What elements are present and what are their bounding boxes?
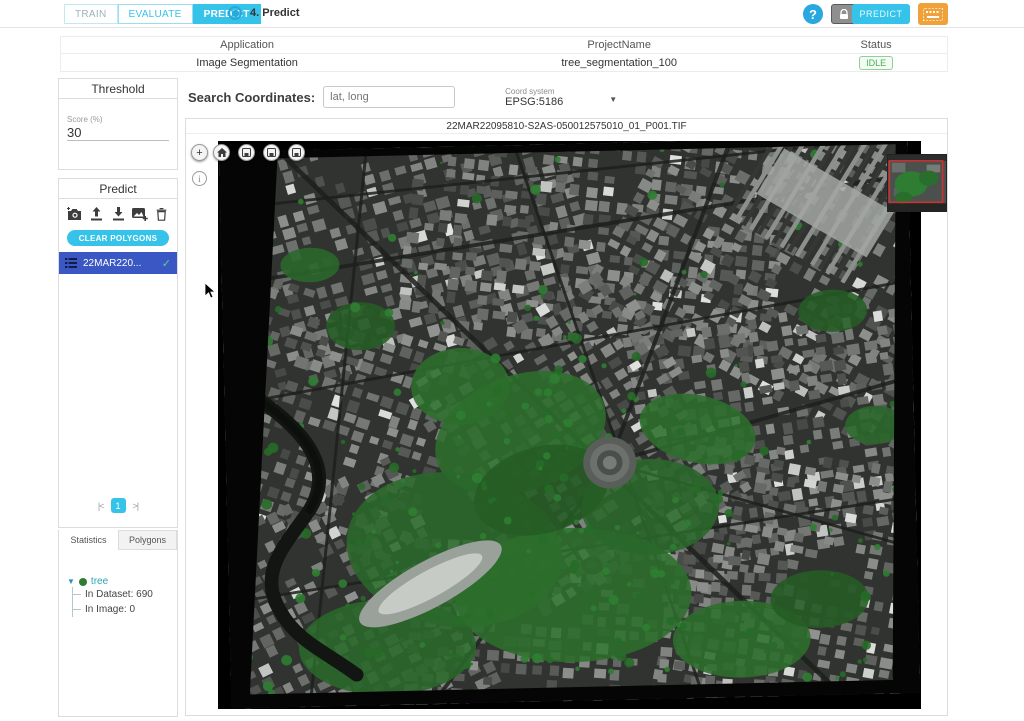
floppy-icon [242, 148, 251, 157]
lock-icon [839, 9, 849, 20]
coordinates-input[interactable] [323, 86, 455, 108]
caret-down-icon[interactable]: ▼ [67, 577, 75, 586]
pagination: |< 1 >| [59, 498, 177, 513]
add-image-icon [132, 208, 148, 221]
camera-plus-icon [67, 207, 83, 221]
top-bar: TRAIN EVALUATE PREDICT 4. Predict ? PRED… [0, 0, 1024, 28]
status-badge: IDLE [859, 56, 893, 70]
add-image-button[interactable] [132, 206, 148, 222]
zoom-in-button[interactable]: + [191, 144, 208, 161]
search-coordinates-label: Search Coordinates: [188, 90, 315, 105]
question-icon: ? [809, 7, 817, 22]
satellite-image-frame[interactable] [218, 141, 921, 709]
info-button[interactable]: i [192, 171, 207, 186]
project-table-header: Application ProjectName Status [61, 37, 947, 54]
coord-system-label: Coord system [505, 87, 601, 96]
statistics-panel: Statistics Polygons ▼ tree In Dataset: 6… [58, 530, 178, 717]
image-list-item-selected[interactable]: 22MAR220... ✓ [59, 252, 177, 274]
predict-toolbar [59, 199, 177, 226]
cell-status: IDLE [805, 56, 947, 70]
radio-icon [228, 6, 242, 20]
col-status: Status [805, 39, 947, 51]
clear-polygons-button[interactable]: CLEAR POLYGONS [67, 230, 169, 246]
project-table: Application ProjectName Status Image Seg… [60, 36, 948, 72]
floppy-icon [292, 148, 301, 157]
image-item-label: 22MAR220... [83, 258, 156, 269]
list-icon [65, 258, 77, 268]
step-label: 4. Predict [250, 7, 300, 19]
coord-system-select[interactable]: Coord system EPSG:5186 ▼ [505, 87, 601, 108]
step-radio-predict[interactable]: 4. Predict [228, 6, 300, 20]
stats-tabs: Statistics Polygons [59, 530, 177, 550]
map-viewer[interactable]: + i [186, 134, 947, 715]
minimap[interactable] [887, 154, 947, 212]
table-row[interactable]: Image Segmentation tree_segmentation_100… [61, 54, 947, 71]
chevron-down-icon: ▼ [609, 95, 617, 104]
keyboard-icon [923, 8, 943, 21]
satellite-image[interactable] [219, 141, 920, 708]
keyboard-button[interactable] [918, 3, 948, 25]
search-coordinates-row: Search Coordinates: Coord system EPSG:51… [188, 84, 601, 110]
export-image-button[interactable] [263, 144, 280, 161]
class-name-label: tree [91, 576, 108, 587]
tab-statistics[interactable]: Statistics [59, 530, 118, 550]
class-tree: ▼ tree In Dataset: 690 In Image: 0 [67, 576, 177, 617]
score-input[interactable] [67, 125, 169, 141]
home-icon [217, 148, 227, 157]
threshold-panel: Threshold Score (%) [58, 78, 178, 170]
map-panel: 22MAR22095810-S2AS-050012575010_01_P001.… [185, 118, 948, 716]
predict-panel: Predict CLEAR POLYGONS 22MAR220... ✓ |< … [58, 178, 178, 528]
tab-evaluate[interactable]: EVALUATE [118, 4, 193, 24]
check-icon: ✓ [162, 257, 171, 270]
page-number-button[interactable]: 1 [111, 498, 126, 513]
download-icon [112, 207, 125, 221]
predict-panel-title: Predict [59, 179, 177, 199]
delete-button[interactable] [153, 206, 169, 222]
floppy-icon [267, 148, 276, 157]
tab-polygons[interactable]: Polygons [118, 530, 177, 550]
tab-train[interactable]: TRAIN [64, 4, 118, 24]
capture-button[interactable] [67, 206, 83, 222]
last-page-button[interactable]: >| [133, 501, 139, 511]
download-button[interactable] [110, 206, 126, 222]
cell-application: Image Segmentation [61, 57, 433, 69]
stat-in-dataset: In Dataset: 690 [73, 587, 177, 602]
map-image-title: 22MAR22095810-S2AS-050012575010_01_P001.… [186, 119, 947, 134]
threshold-panel-title: Threshold [59, 79, 177, 99]
tree-class-node[interactable]: ▼ tree [67, 576, 177, 587]
cell-projectname: tree_segmentation_100 [433, 57, 805, 69]
stat-in-image: In Image: 0 [73, 602, 177, 617]
coord-system-value: EPSG:5186 [505, 96, 601, 108]
home-button[interactable] [213, 144, 230, 161]
trash-icon [156, 207, 167, 221]
col-application: Application [61, 39, 433, 51]
save-view-button[interactable] [238, 144, 255, 161]
first-page-button[interactable]: |< [98, 501, 104, 511]
mouse-cursor [204, 282, 216, 300]
score-label: Score (%) [67, 115, 169, 124]
col-projectname: ProjectName [433, 39, 805, 51]
upload-icon [90, 207, 103, 221]
predict-run-button[interactable]: PREDICT [852, 4, 910, 24]
class-color-dot [79, 578, 87, 586]
upload-button[interactable] [89, 206, 105, 222]
help-button[interactable]: ? [803, 4, 823, 24]
export-polygons-button[interactable] [288, 144, 305, 161]
